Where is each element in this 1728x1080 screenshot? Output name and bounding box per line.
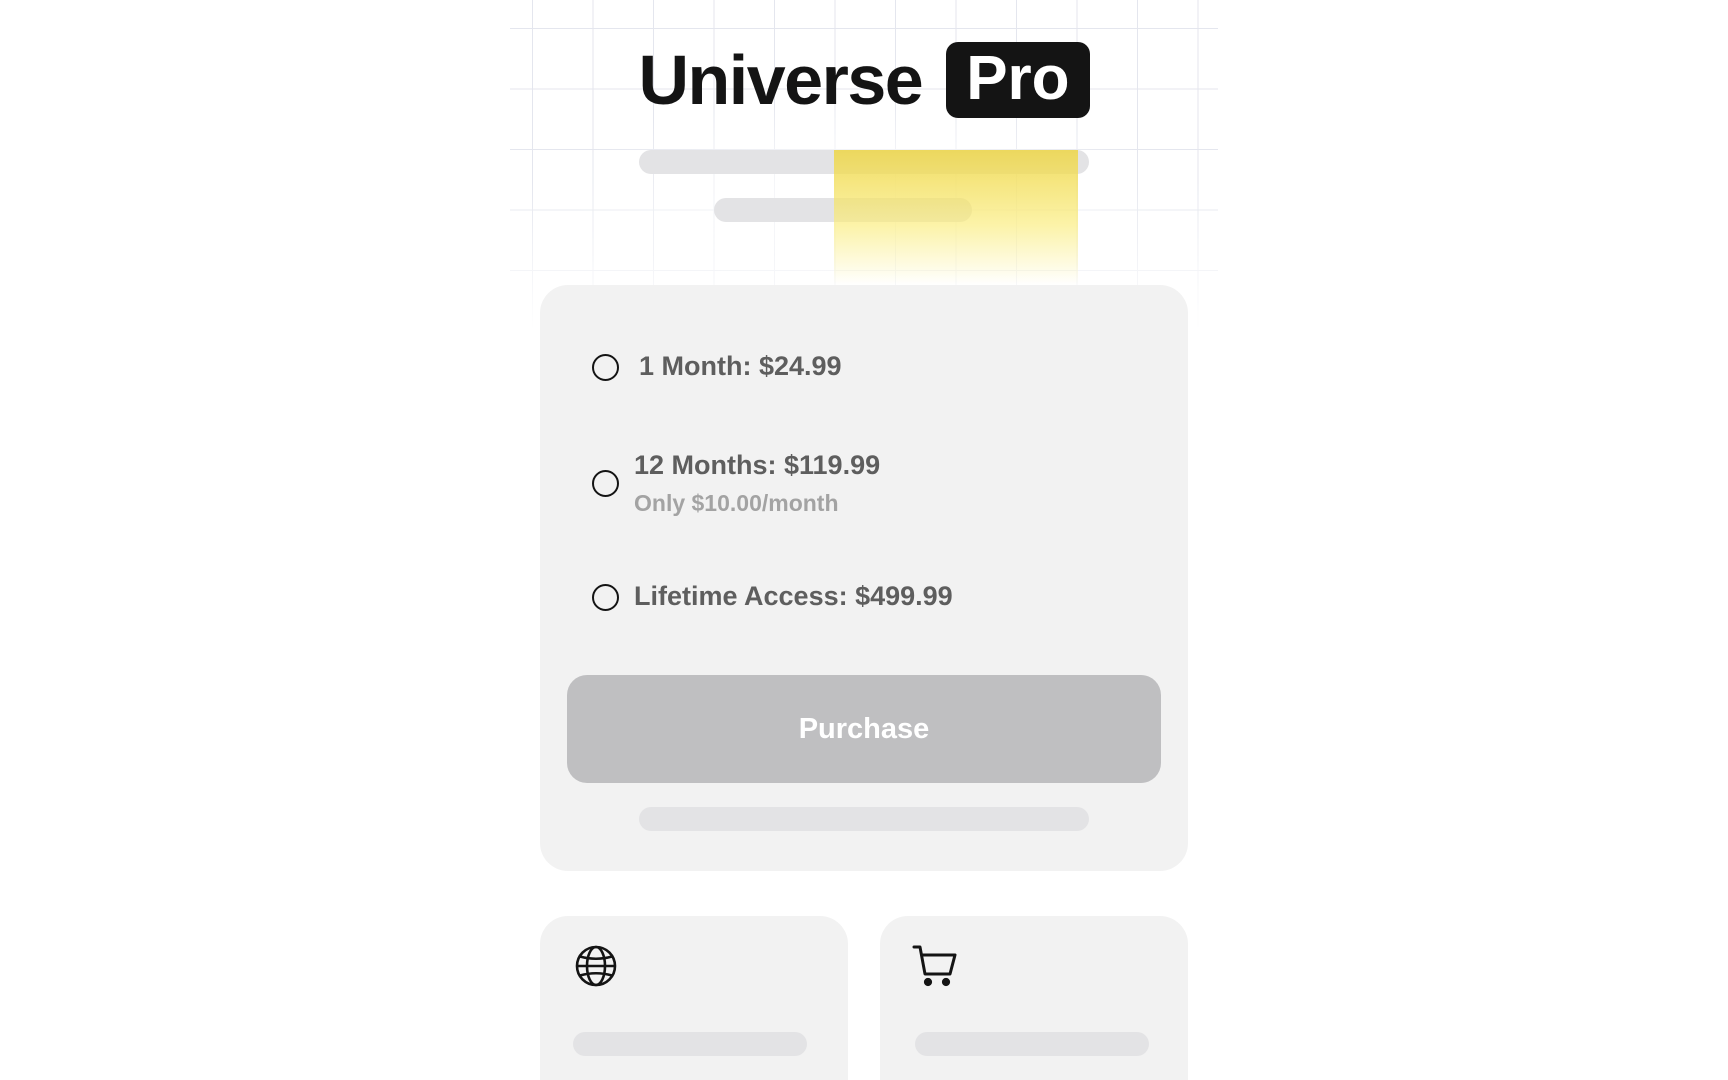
plan-option-lifetime[interactable]: Lifetime Access: $499.99 <box>592 575 953 619</box>
plan-option-label: Lifetime Access: $499.99 <box>634 581 953 612</box>
feature-card-cart[interactable] <box>880 916 1188 1080</box>
radio-button-icon[interactable] <box>592 469 619 497</box>
plan-selection-card: 1 Month: $24.99 12 Months: $119.99 Only … <box>540 285 1188 871</box>
terms-placeholder <box>639 807 1089 831</box>
plan-option-12-months[interactable]: 12 Months: $119.99 Only $10.00/month <box>592 440 880 526</box>
pro-badge: Pro <box>946 42 1090 118</box>
feature-card-globe[interactable] <box>540 916 848 1080</box>
yellow-highlight <box>834 150 1078 285</box>
feature-placeholder <box>915 1032 1149 1056</box>
globe-icon <box>575 945 617 987</box>
plan-option-1-month[interactable]: 1 Month: $24.99 <box>592 345 842 389</box>
title-word: Universe <box>638 41 923 119</box>
plan-option-label: 12 Months: $119.99 <box>634 449 881 480</box>
radio-button-icon[interactable] <box>592 583 619 611</box>
cart-icon <box>912 945 957 987</box>
app-title: Universe Pro <box>0 36 1728 124</box>
paywall-screen: Universe Pro 1 Month: $24.99 12 Months: … <box>0 0 1728 1080</box>
feature-placeholder <box>573 1032 807 1056</box>
plan-option-subtext: Only $10.00/month <box>634 489 839 516</box>
purchase-button[interactable]: Purchase <box>567 675 1161 783</box>
plan-option-label: 1 Month: $24.99 <box>639 351 842 382</box>
radio-button-icon[interactable] <box>592 353 619 381</box>
